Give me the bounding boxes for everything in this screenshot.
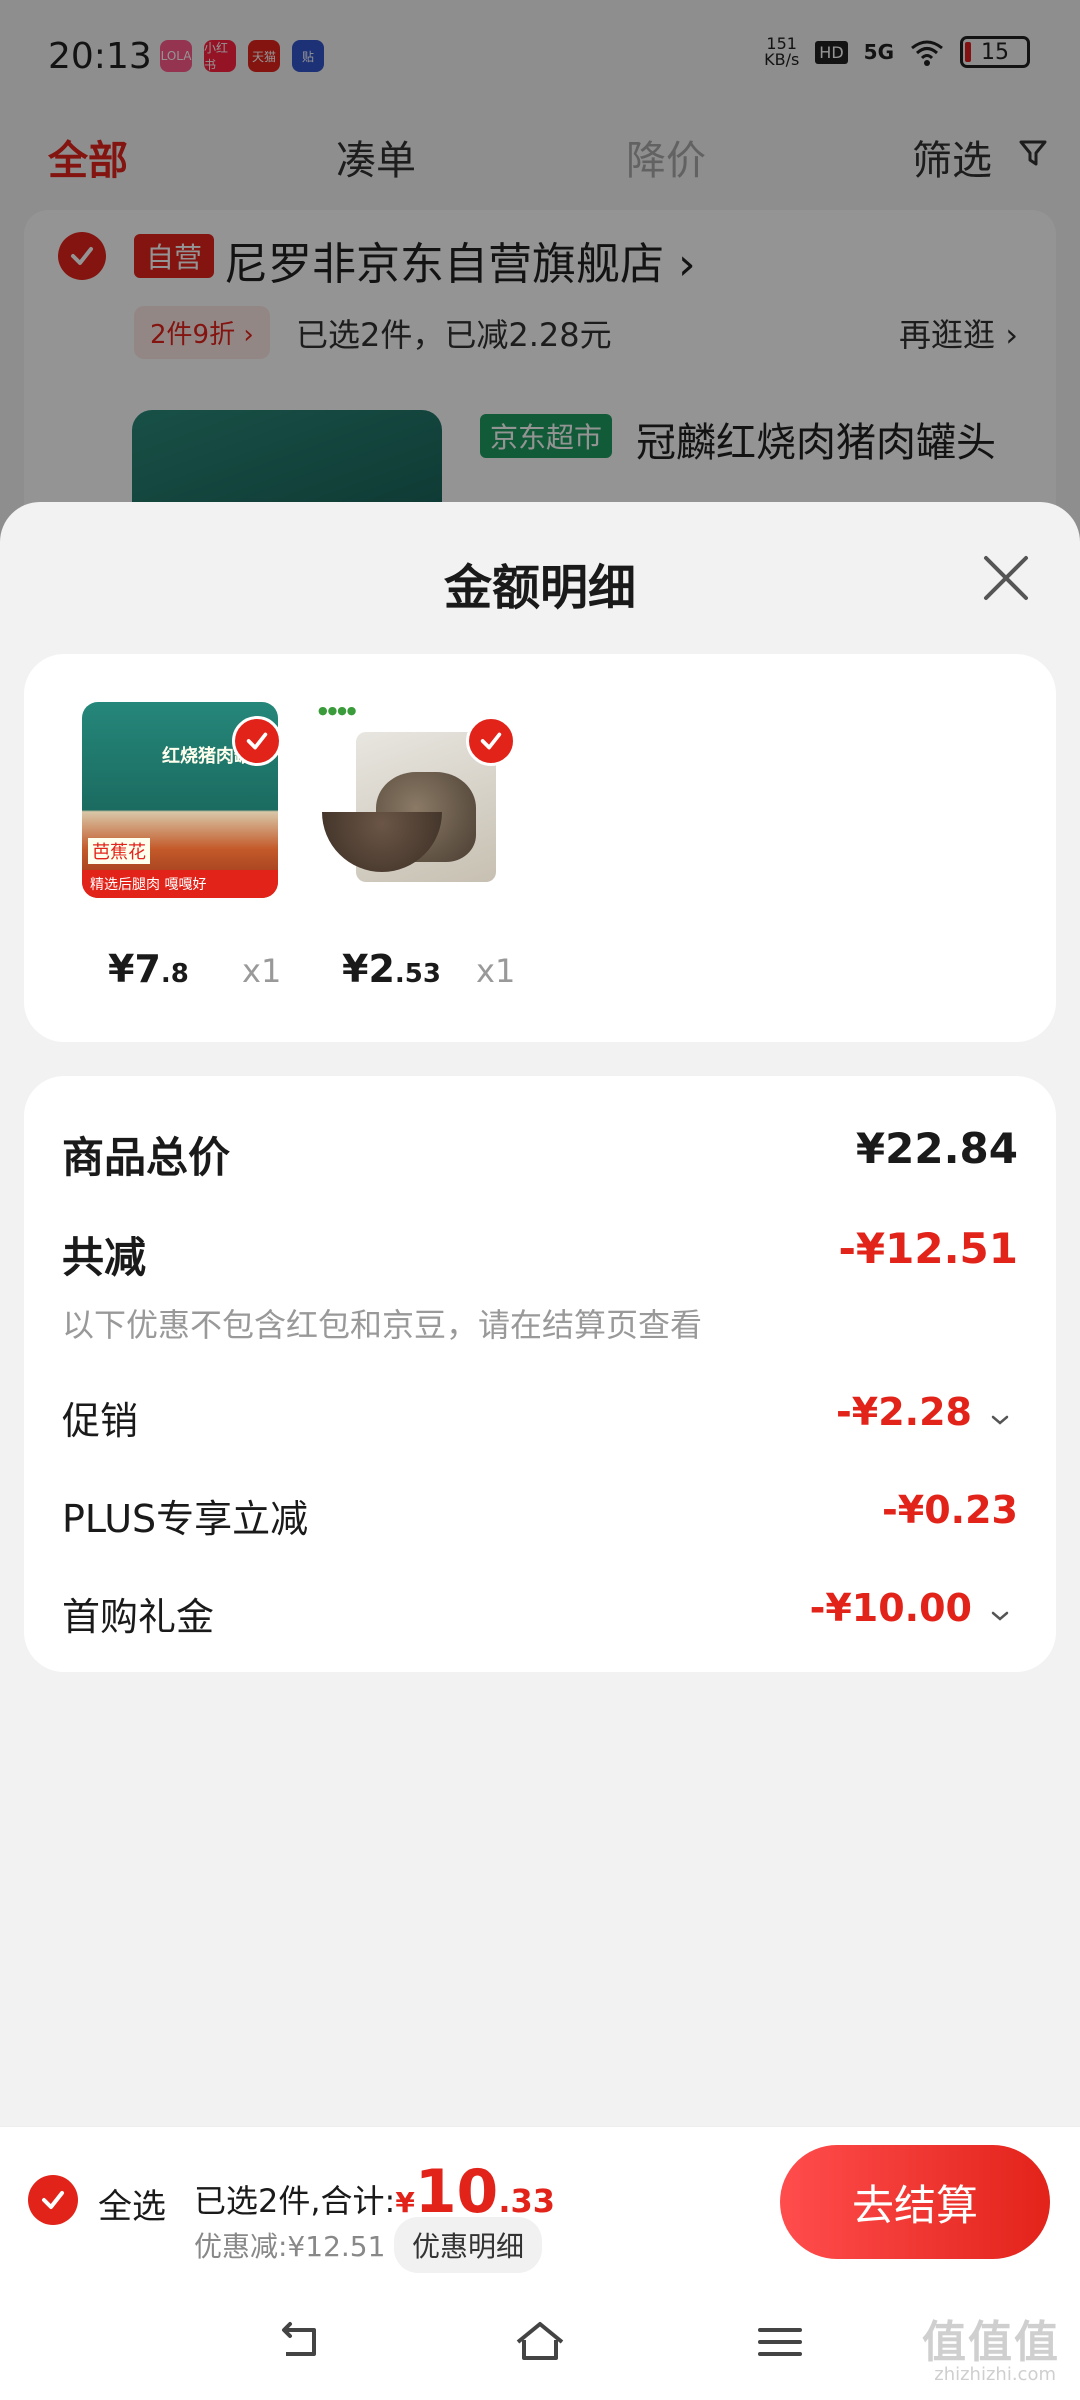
price-detail-card: 商品总价 ¥22.84 共减 -¥12.51 以下优惠不包含红包和京豆，请在结算… [24, 1076, 1056, 1672]
total-reduce-row: 共减 -¥12.51 [62, 1224, 1018, 1284]
checkmark-icon [480, 732, 502, 750]
plus-discount-value: -¥0.23 [882, 1488, 1018, 1532]
price-dec: .8 [160, 959, 189, 989]
item-price: ¥7.8 [108, 947, 189, 991]
total-price-value: ¥22.84 [855, 1124, 1018, 1173]
checkmark-icon [246, 732, 268, 750]
item-selected-check[interactable] [232, 716, 282, 766]
selected-item[interactable]: ●●●● ¥2.53 x1 [316, 702, 516, 991]
promo-row[interactable]: 促销 -¥2.28 [62, 1390, 1018, 1450]
checkout-bar: 全选 已选2件,合计:¥10.33 优惠减:¥12.51 优惠明细 去结算 [0, 2126, 1080, 2276]
total-reduce-value: -¥12.51 [838, 1224, 1018, 1273]
nav-back-button[interactable] [270, 2312, 330, 2372]
first-purchase-row[interactable]: 首购礼金 -¥10.00 [62, 1586, 1018, 1646]
chevron-down-icon[interactable] [988, 1408, 1012, 1432]
chevron-down-icon[interactable] [988, 1604, 1012, 1628]
menu-icon [758, 2328, 802, 2356]
close-button[interactable] [976, 548, 1036, 608]
discount-detail-button[interactable]: 优惠明细 [394, 2217, 543, 2273]
amount-detail-sheet: 金额明细 红烧猪肉罐头 芭蕉花 精选后腿肉 嘎嘎好 ¥7.8 x1 ●●●● ¥… [0, 502, 1080, 2400]
item-qty: x1 [476, 952, 516, 990]
can-strip: 精选后腿肉 嘎嘎好 [82, 870, 278, 898]
discount-summary: 优惠减:¥12.51 [194, 2230, 386, 2263]
total-prefix: 已选2件,合计: [194, 2182, 396, 2220]
checkout-button[interactable]: 去结算 [780, 2145, 1050, 2259]
item-price: ¥2.53 [342, 947, 441, 991]
selected-item[interactable]: 红烧猪肉罐头 芭蕉花 精选后腿肉 嘎嘎好 ¥7.8 x1 [82, 702, 282, 991]
promo-value: -¥2.28 [836, 1390, 972, 1434]
can-brand: 芭蕉花 [88, 838, 150, 864]
item-qty: x1 [242, 952, 282, 990]
brand-logo-icon: ●●●● [318, 704, 357, 717]
select-all-label[interactable]: 全选 [98, 2179, 166, 2228]
watermark-url: zhizhizhi.com [934, 2364, 1056, 2385]
price-int: ¥7 [108, 947, 161, 991]
plus-discount-row: PLUS专享立减 -¥0.23 [62, 1488, 1018, 1548]
home-icon [516, 2322, 564, 2360]
total-dec: .33 [498, 2182, 555, 2220]
back-icon [282, 2322, 316, 2356]
total-price-label: 商品总价 [62, 1133, 231, 1182]
item-selected-check[interactable] [466, 716, 516, 766]
system-nav-bar: 值值值 zhizhizhi.com [0, 2276, 1080, 2400]
nav-home-button[interactable] [510, 2312, 570, 2372]
nav-menu-button[interactable] [750, 2312, 810, 2372]
price-dec: .53 [394, 959, 441, 989]
close-icon [984, 556, 1028, 600]
select-all-checkbox[interactable] [28, 2175, 78, 2225]
selected-items-card: 红烧猪肉罐头 芭蕉花 精选后腿肉 嘎嘎好 ¥7.8 x1 ●●●● ¥2.53 … [24, 654, 1056, 1042]
sheet-title: 金额明细 [443, 560, 636, 616]
checkmark-icon [42, 2191, 64, 2209]
total-amount: ¥10.33 [395, 2157, 555, 2227]
plus-discount-label: PLUS专享立减 [62, 1497, 309, 1541]
promo-label: 促销 [62, 1399, 139, 1443]
price-int: ¥2 [342, 947, 395, 991]
total-price-row: 商品总价 ¥22.84 [62, 1124, 1018, 1184]
first-purchase-label: 首购礼金 [62, 1595, 215, 1639]
reduce-note: 以下优惠不包含红包和京豆，请在结算页查看 [62, 1306, 703, 1344]
total-reduce-label: 共减 [62, 1233, 147, 1282]
first-purchase-value: -¥10.00 [809, 1586, 972, 1630]
watermark: 值值值 [922, 2317, 1060, 2368]
total-yen: ¥ [395, 2186, 415, 2219]
